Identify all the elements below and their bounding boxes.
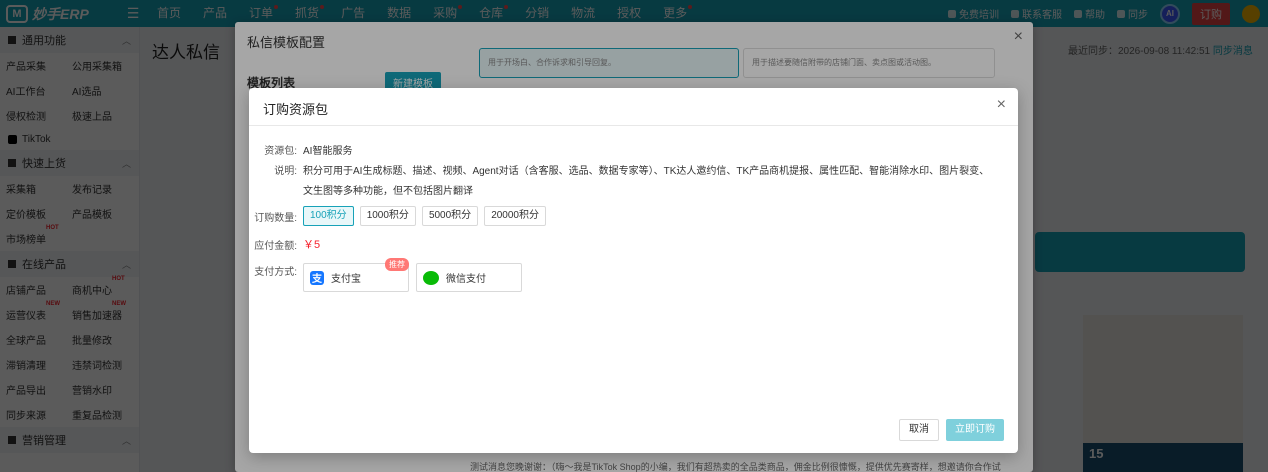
package-label: 资源包: bbox=[264, 146, 297, 157]
dialog-title: 订购资源包 bbox=[263, 102, 329, 117]
recommend-badge: 推荐 bbox=[385, 258, 409, 271]
wechat-pay-label: 微信支付 bbox=[446, 274, 486, 285]
package-row: 资源包: AI智能服务 bbox=[249, 142, 352, 157]
alipay-icon: 支 bbox=[310, 270, 324, 285]
quantity-option-20000[interactable]: 20000积分 bbox=[484, 206, 546, 226]
quantity-option-1000[interactable]: 1000积分 bbox=[359, 206, 416, 226]
alipay-option[interactable]: 支 支付宝 推荐 bbox=[303, 258, 409, 292]
description-row: 说明: 积分可用于AI生成标题、描述、视频、Agent对话（含客服、选品、数据专… bbox=[249, 162, 999, 202]
description-text: 积分可用于AI生成标题、描述、视频、Agent对话（含客服、选品、数据专家等）、… bbox=[303, 166, 990, 197]
divider bbox=[249, 125, 1018, 126]
description-label: 说明: bbox=[274, 166, 297, 177]
wechat-pay-option[interactable]: 微信支付 bbox=[416, 263, 522, 292]
wechat-icon bbox=[423, 270, 439, 285]
amount-label: 应付金额: bbox=[254, 240, 297, 252]
quantity-options: 100积分 1000积分 5000积分 20000积分 bbox=[303, 206, 552, 226]
quantity-option-100[interactable]: 100积分 bbox=[303, 206, 354, 226]
amount-value: ￥5 bbox=[303, 239, 321, 251]
payment-options: 支 支付宝 推荐 微信支付 bbox=[303, 258, 529, 292]
quantity-option-5000[interactable]: 5000积分 bbox=[421, 206, 479, 226]
close-icon[interactable]: × bbox=[997, 96, 1006, 114]
quantity-label: 订购数量: bbox=[254, 212, 297, 224]
payment-label: 支付方式: bbox=[254, 267, 297, 278]
order-now-button[interactable]: 立即订购 bbox=[946, 419, 1004, 441]
package-value: AI智能服务 bbox=[303, 146, 353, 157]
quantity-row: 订购数量: 100积分 1000积分 5000积分 20000积分 bbox=[249, 206, 552, 226]
payment-row: 支付方式: 支 支付宝 推荐 微信支付 bbox=[249, 258, 529, 292]
alipay-label: 支付宝 bbox=[331, 274, 361, 285]
amount-row: 应付金额: ￥5 bbox=[249, 236, 320, 252]
order-package-dialog: 订购资源包 × 资源包: AI智能服务 说明: 积分可用于AI生成标题、描述、视… bbox=[249, 88, 1018, 453]
cancel-button[interactable]: 取消 bbox=[899, 419, 939, 441]
